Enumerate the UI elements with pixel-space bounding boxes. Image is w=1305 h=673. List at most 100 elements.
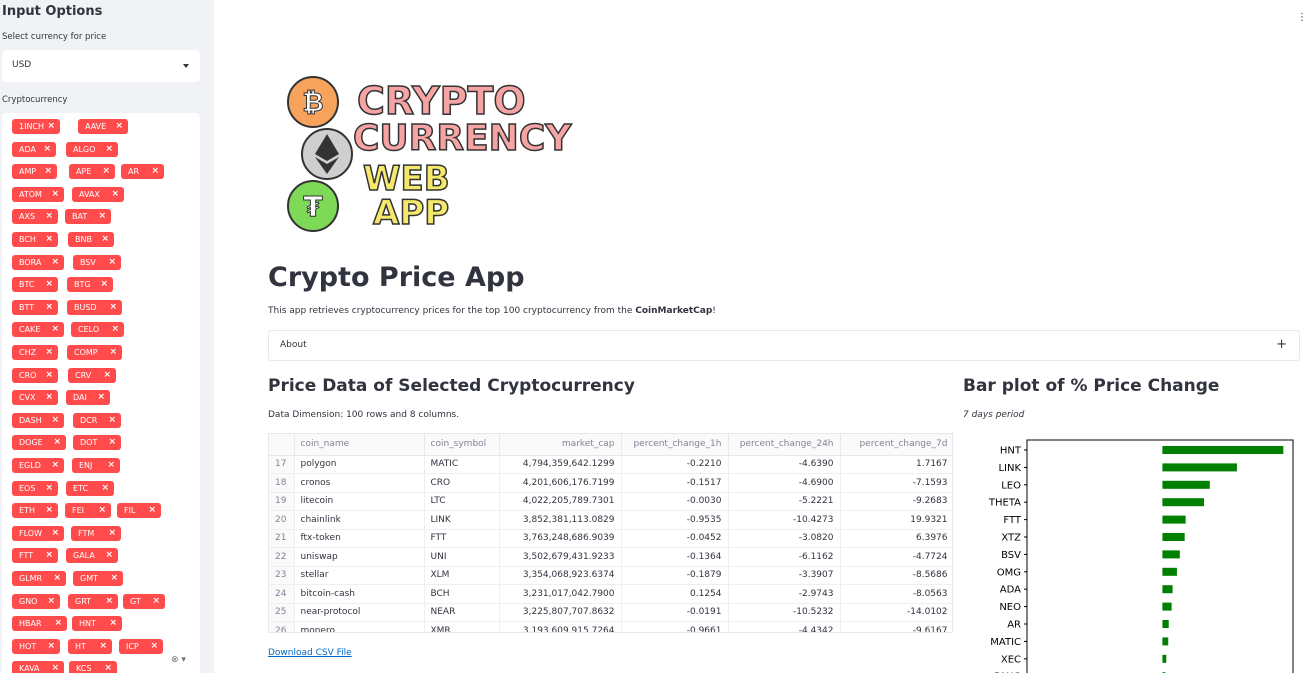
crypto-tag-dai[interactable]: DAI × xyxy=(66,390,110,406)
close-icon[interactable]: × xyxy=(45,209,53,224)
crypto-tag-gala[interactable]: GALA × xyxy=(66,548,118,564)
close-icon[interactable]: × xyxy=(51,255,59,270)
crypto-tag-dcr[interactable]: DCR × xyxy=(73,412,121,428)
close-icon[interactable]: × xyxy=(109,300,117,315)
close-icon[interactable]: × xyxy=(109,345,117,360)
crypto-tag-algo[interactable]: ALGO × xyxy=(66,141,118,157)
column-header[interactable]: percent_change_1h xyxy=(621,434,729,456)
close-icon[interactable]: × xyxy=(151,164,159,179)
close-icon[interactable]: × xyxy=(115,119,123,134)
close-icon[interactable]: × xyxy=(107,458,115,473)
close-icon[interactable]: × xyxy=(100,277,108,292)
crypto-tag-1inch[interactable]: 1INCH × xyxy=(12,119,60,134)
column-header[interactable]: percent_change_24h xyxy=(728,434,841,456)
table-row[interactable]: 21 ftx-token FTT 3,763,248,686.9039 -0.0452-… xyxy=(269,529,952,548)
chevron-down-icon[interactable]: ▾ xyxy=(181,655,186,665)
crypto-tag-hbar[interactable]: HBAR × xyxy=(12,616,67,632)
clear-all-icon[interactable]: ⊗ xyxy=(171,655,179,665)
close-icon[interactable]: × xyxy=(51,187,59,202)
about-expander[interactable]: About + xyxy=(268,330,1300,361)
column-header[interactable]: coin_name xyxy=(294,434,425,456)
crypto-tag-dot[interactable]: DOT × xyxy=(73,435,121,451)
crypto-tag-gt[interactable]: GT × xyxy=(123,593,165,609)
crypto-tag-ada[interactable]: ADA × xyxy=(12,141,56,157)
close-icon[interactable]: × xyxy=(45,503,53,518)
close-icon[interactable]: × xyxy=(45,277,53,292)
close-icon[interactable]: × xyxy=(51,526,59,541)
crypto-tag-etc[interactable]: ETC × xyxy=(66,480,114,496)
crypto-tag-enj[interactable]: ENJ × xyxy=(72,458,120,473)
close-icon[interactable]: × xyxy=(105,548,113,563)
crypto-tag-flow[interactable]: FLOW × xyxy=(12,525,64,541)
crypto-tag-grt[interactable]: GRT × xyxy=(68,593,118,609)
close-icon[interactable]: × xyxy=(51,661,59,673)
close-icon[interactable]: × xyxy=(44,164,52,179)
close-icon[interactable]: × xyxy=(45,368,53,383)
close-icon[interactable]: × xyxy=(51,458,59,473)
crypto-tag-kava[interactable]: KAVA × xyxy=(12,661,64,673)
crypto-tag-icp[interactable]: ICP × xyxy=(119,638,163,654)
column-header[interactable]: market_cap xyxy=(499,434,622,456)
crypto-tag-amp[interactable]: AMP × xyxy=(12,164,57,180)
crypto-tag-avax[interactable]: AVAX × xyxy=(72,186,124,202)
table-row[interactable]: 26 monero XMR 3,193,609,915.7264 -0.9661 -4.4… xyxy=(269,621,952,632)
crypto-tag-axs[interactable]: AXS × xyxy=(12,209,58,225)
close-icon[interactable]: × xyxy=(101,481,109,496)
currency-select[interactable]: USD xyxy=(2,50,200,82)
close-icon[interactable]: × xyxy=(108,255,116,270)
crypto-tag-ftt[interactable]: FTT × xyxy=(12,548,58,564)
price-data-table[interactable]: coin_name coin_symbol market_cap percent_ch… xyxy=(268,433,953,633)
close-icon[interactable]: × xyxy=(98,503,106,518)
crypto-tag-aave[interactable]: AAVE × xyxy=(78,119,128,134)
crypto-tag-hot[interactable]: HOT × xyxy=(12,638,60,654)
crypto-tag-cake[interactable]: CAKE × xyxy=(12,322,64,338)
close-icon[interactable]: × xyxy=(45,232,53,247)
crypto-tag-cro[interactable]: CRO × xyxy=(12,367,58,383)
close-icon[interactable]: × xyxy=(45,300,53,315)
table-row[interactable]: 19 litecoin LTC 4,022,205,789.7301 -0.0030 -5… xyxy=(269,492,952,511)
crypto-tag-atom[interactable]: ATOM × xyxy=(12,186,64,202)
close-icon[interactable]: × xyxy=(148,503,156,518)
column-header[interactable]: percent_change_7d xyxy=(840,434,952,456)
crypto-tag-ar[interactable]: AR × xyxy=(121,164,164,180)
crypto-tag-bch[interactable]: BCH × xyxy=(12,232,58,247)
crypto-tag-doge[interactable]: DOGE × xyxy=(12,435,66,451)
table-row[interactable]: 23 stellar XLM 3,354,068,923.6374 -0.1879 -3.… xyxy=(269,566,952,585)
close-icon[interactable]: × xyxy=(110,571,118,586)
crypto-tag-busd[interactable]: BUSD × xyxy=(67,299,122,315)
crypto-tag-btt[interactable]: BTT × xyxy=(12,299,58,315)
crypto-tag-dash[interactable]: DASH × xyxy=(12,412,64,428)
crypto-tag-cvx[interactable]: CVX × xyxy=(12,390,58,406)
close-icon[interactable]: × xyxy=(47,639,55,654)
main-menu-icon[interactable]: ⋮ xyxy=(1297,12,1305,23)
close-icon[interactable]: × xyxy=(109,616,117,631)
close-icon[interactable]: × xyxy=(150,639,158,654)
crypto-tag-ftm[interactable]: FTM × xyxy=(71,525,121,541)
crypto-tag-egld[interactable]: EGLD × xyxy=(12,458,64,473)
table-row[interactable]: 22 uniswap UNI 3,502,679,431.9233 -0.1364 -6.… xyxy=(269,547,952,567)
table-row[interactable]: 18 cronos CRO 4,201,606,176.7199 -0.1517 -4.6… xyxy=(269,473,952,493)
close-icon[interactable]: × xyxy=(104,661,112,673)
crypto-tag-gno[interactable]: GNO × xyxy=(12,593,60,609)
close-icon[interactable]: × xyxy=(45,481,53,496)
crypto-tag-btg[interactable]: BTG × xyxy=(67,277,113,293)
crypto-tag-fei[interactable]: FEI × xyxy=(65,503,111,519)
table-row[interactable]: 25 near-protocol NEAR 3,225,807,707.8632 -0.… xyxy=(269,603,952,622)
crypto-tag-bat[interactable]: BAT × xyxy=(65,209,111,225)
close-icon[interactable]: × xyxy=(54,616,62,631)
crypto-tag-eth[interactable]: ETH × xyxy=(12,503,58,519)
download-csv-link[interactable]: Download CSV File xyxy=(268,648,352,658)
close-icon[interactable]: × xyxy=(152,594,160,609)
multiselect-controls[interactable]: ⊗ ▾ xyxy=(171,655,186,665)
close-icon[interactable]: × xyxy=(108,413,116,428)
crypto-tag-bsv[interactable]: BSV × xyxy=(73,254,121,270)
close-icon[interactable]: × xyxy=(45,548,53,563)
close-icon[interactable]: × xyxy=(47,594,55,609)
crypto-tag-comp[interactable]: COMP × xyxy=(67,345,122,360)
table-row[interactable]: 17 polygon MATIC 4,794,359,642.1299 -0.2210-… xyxy=(269,455,952,474)
crypto-tag-fil[interactable]: FIL × xyxy=(117,503,161,519)
column-header[interactable]: coin_symbol xyxy=(424,434,500,456)
close-icon[interactable]: × xyxy=(97,390,105,405)
crypto-multiselect[interactable]: 1INCH × AAVE × ADA × ALGO × AMP × APE × AR × ATOM × AVAX… xyxy=(2,113,200,673)
close-icon[interactable]: × xyxy=(101,232,109,247)
